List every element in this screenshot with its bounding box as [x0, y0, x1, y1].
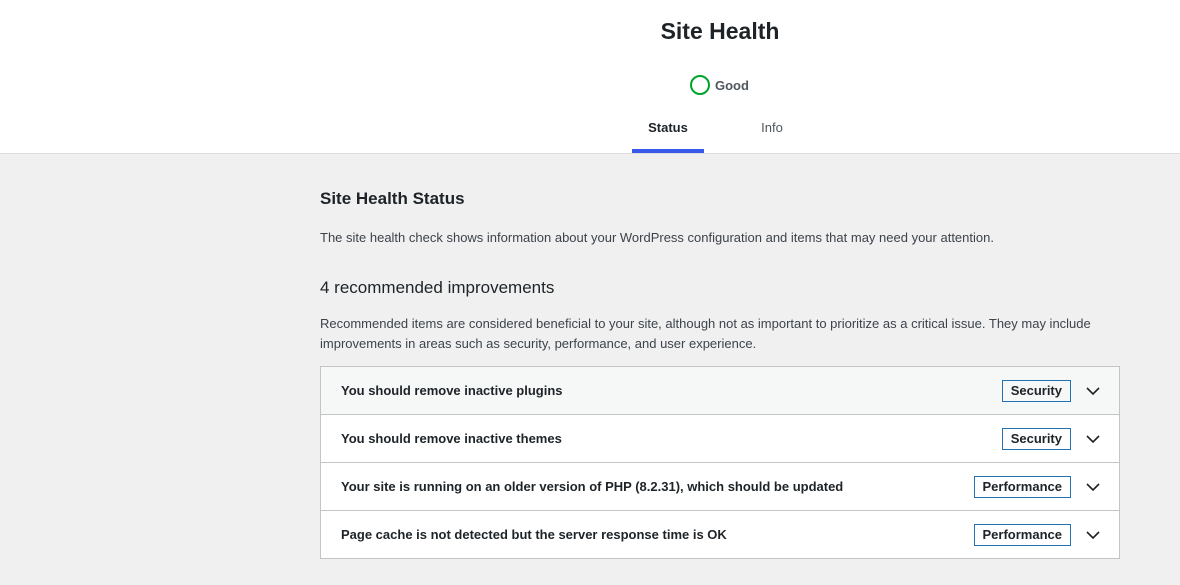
- badge-performance: Performance: [973, 523, 1071, 546]
- section-title: Site Health Status: [320, 189, 465, 208]
- recommended-count-heading: 4 recommended improvements: [320, 278, 555, 297]
- recommended-issues-accordion: You should remove inactive plugins Secur…: [320, 366, 1120, 559]
- accordion-item-title: You should remove inactive plugins: [341, 383, 563, 398]
- health-rating-label: Good: [715, 77, 749, 93]
- page-title: Site Health: [660, 18, 780, 44]
- accordion-item-title: Page cache is not detected but the serve…: [341, 527, 727, 542]
- chevron-down-icon[interactable]: [1085, 431, 1101, 447]
- badge-security: Security: [1001, 427, 1071, 450]
- health-rating: Good: [690, 74, 749, 96]
- accordion-item-inactive-themes[interactable]: You should remove inactive themes Securi…: [321, 414, 1119, 462]
- tab-status[interactable]: Status: [632, 108, 704, 153]
- accordion-item-page-cache[interactable]: Page cache is not detected but the serve…: [321, 510, 1119, 558]
- accordion-item-inactive-plugins[interactable]: You should remove inactive plugins Secur…: [321, 367, 1119, 414]
- accordion-item-title: You should remove inactive themes: [341, 431, 562, 446]
- chevron-down-icon[interactable]: [1085, 527, 1101, 543]
- accordion-item-php-version[interactable]: Your site is running on an older version…: [321, 462, 1119, 510]
- tab-info[interactable]: Info: [736, 108, 808, 153]
- tabs-nav: Status Info: [632, 108, 808, 153]
- chevron-down-icon[interactable]: [1085, 479, 1101, 495]
- badge-performance: Performance: [973, 475, 1071, 498]
- accordion-item-title: Your site is running on an older version…: [341, 479, 844, 494]
- recommended-description: Recommended items are considered benefic…: [320, 316, 1091, 351]
- badge-security: Security: [1001, 379, 1071, 402]
- health-progress-circle-icon: [690, 75, 710, 95]
- section-description: The site health check shows information …: [320, 230, 994, 245]
- chevron-down-icon[interactable]: [1085, 383, 1101, 399]
- site-health-header: Site Health Good Status Info: [0, 0, 1180, 154]
- status-content: Site Health Status The site health check…: [320, 154, 1120, 559]
